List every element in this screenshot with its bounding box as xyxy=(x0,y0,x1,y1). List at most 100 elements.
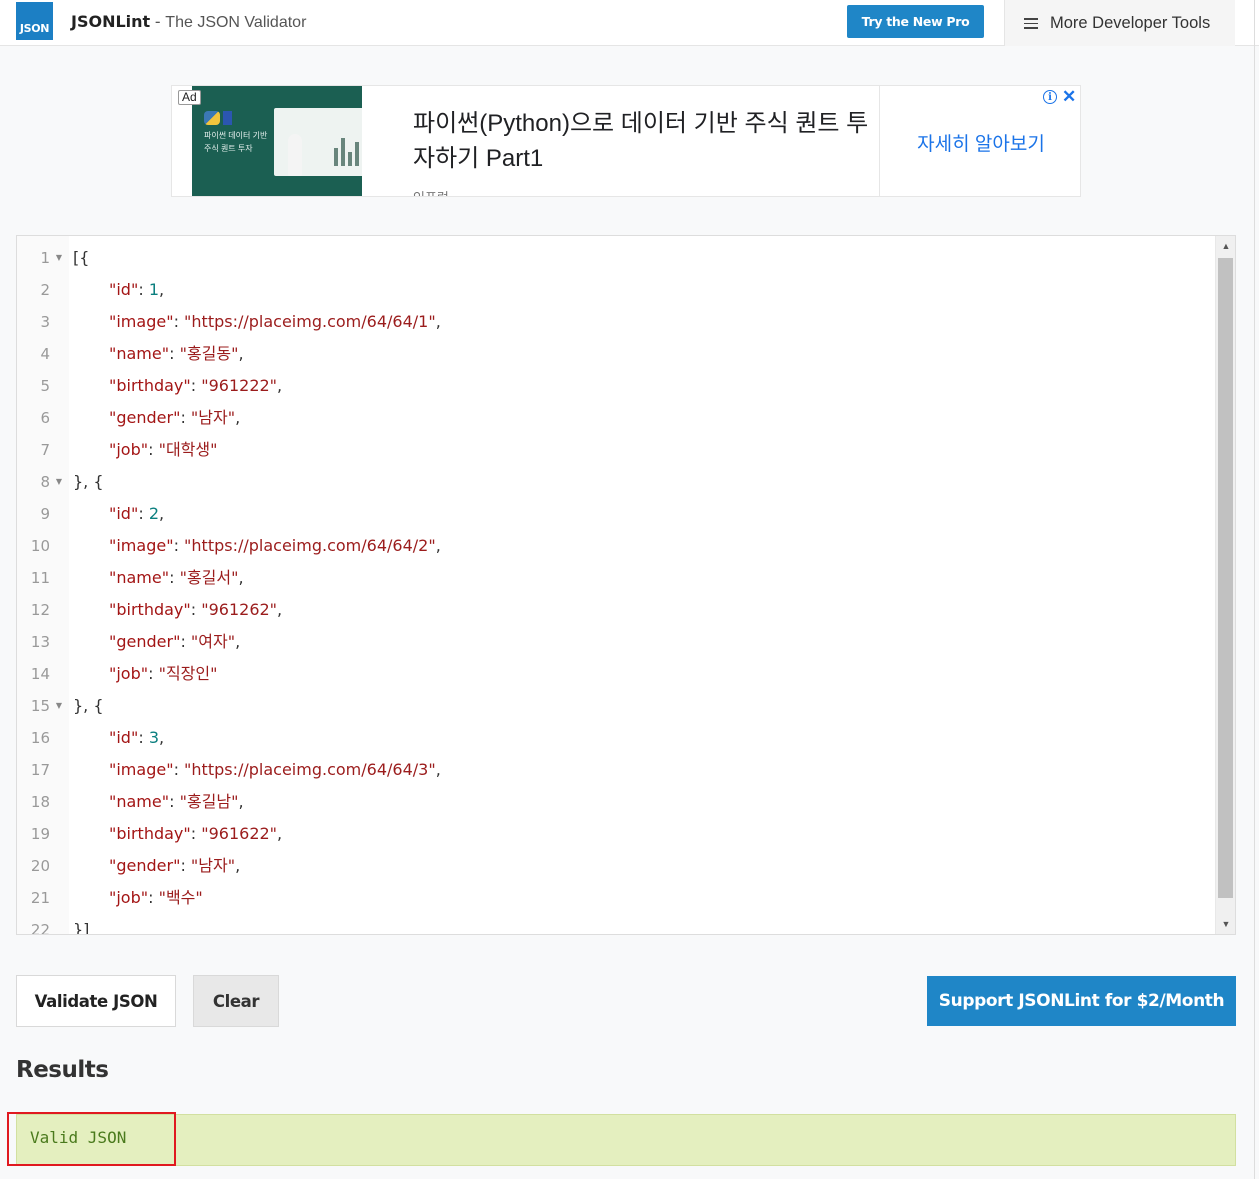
result-panel xyxy=(16,1114,1236,1166)
json-key: "gender" xyxy=(109,856,181,875)
results-heading: Results xyxy=(16,1057,109,1083)
page-scrollbar-edge xyxy=(1254,0,1255,1179)
line-number-text: 22 xyxy=(30,921,50,935)
code-line[interactable]: "image": "https://placeimg.com/64/64/2", xyxy=(109,530,441,562)
json-key: "image" xyxy=(109,536,174,555)
ad-headline[interactable]: 파이썬(Python)으로 데이터 기반 주식 퀀트 투자하기 Part1 xyxy=(413,106,873,176)
line-number: 18 xyxy=(17,786,69,818)
json-key: "image" xyxy=(109,312,174,331)
json-key: "gender" xyxy=(109,632,181,651)
json-key: "job" xyxy=(109,440,149,459)
code-line[interactable]: "job": "직장인" xyxy=(109,658,217,690)
code-line[interactable]: "id": 2, xyxy=(109,498,164,530)
json-value: "https://placeimg.com/64/64/2" xyxy=(184,536,436,555)
json-key: "id" xyxy=(109,280,139,299)
line-number: 12 xyxy=(17,594,69,626)
line-number: 21 xyxy=(17,882,69,914)
code-line[interactable]: "id": 3, xyxy=(109,722,164,754)
code-area[interactable]: [{"id": 1, "image": "https://placeimg.com… xyxy=(73,236,1215,934)
line-number: 13 xyxy=(17,626,69,658)
code-line[interactable]: "birthday": "961622", xyxy=(109,818,282,850)
code-line[interactable]: }] xyxy=(73,914,89,934)
try-pro-button[interactable]: Try the New Pro xyxy=(847,5,984,38)
json-value: 1 xyxy=(148,280,159,299)
advertisement-banner[interactable]: Ad 파이썬 데이터 기반 주식 퀀트 투자 파이썬(Python)으로 데이터… xyxy=(171,85,1081,197)
line-number-text: 11 xyxy=(30,569,50,587)
json-key: "job" xyxy=(109,664,149,683)
json-key: "name" xyxy=(109,344,170,363)
code-line[interactable]: [{ xyxy=(73,242,89,274)
code-line[interactable]: "name": "홍길남", xyxy=(109,786,244,818)
scrollbar-thumb[interactable] xyxy=(1218,258,1233,898)
hamburger-icon xyxy=(1024,17,1038,29)
jsonlint-logo[interactable]: JSON xyxy=(16,2,53,40)
code-line[interactable]: "image": "https://placeimg.com/64/64/1", xyxy=(109,306,441,338)
chart-logo-icon xyxy=(223,111,232,125)
line-number-text: 17 xyxy=(30,761,50,779)
code-line[interactable]: "image": "https://placeimg.com/64/64/3", xyxy=(109,754,441,786)
line-number-text: 5 xyxy=(40,377,50,395)
validate-json-button[interactable]: Validate JSON xyxy=(16,975,176,1027)
ad-info-icon[interactable]: i xyxy=(1043,90,1057,104)
code-line[interactable]: "id": 1, xyxy=(109,274,164,306)
json-key: "id" xyxy=(109,728,139,747)
json-value: "남자" xyxy=(190,856,236,875)
line-number: 22 xyxy=(17,914,69,935)
code-line[interactable]: "job": "대학생" xyxy=(109,434,217,466)
line-number-text: 13 xyxy=(30,633,50,651)
brand-name: JSONLint xyxy=(71,12,151,31)
code-line[interactable]: "gender": "여자", xyxy=(109,626,240,658)
fold-arrow-icon[interactable]: ▼ xyxy=(56,242,62,274)
logo-text: JSON xyxy=(19,22,50,35)
ad-badge: Ad xyxy=(178,90,201,105)
line-number-text: 1 xyxy=(40,249,50,267)
code-line[interactable]: "name": "홍길서", xyxy=(109,562,244,594)
ad-close-icon[interactable]: ✕ xyxy=(1062,87,1076,107)
brand-tagline: The JSON Validator xyxy=(165,14,307,31)
line-number-text: 16 xyxy=(30,729,50,747)
line-number: 17 xyxy=(17,754,69,786)
code-line[interactable]: "birthday": "961262", xyxy=(109,594,282,626)
support-jsonlint-button[interactable]: Support JSONLint for $2/Month xyxy=(927,976,1236,1026)
fold-arrow-icon[interactable]: ▼ xyxy=(56,466,62,498)
fold-arrow-icon[interactable]: ▼ xyxy=(56,690,62,722)
line-number: 10 xyxy=(17,530,69,562)
code-line[interactable]: "gender": "남자", xyxy=(109,402,240,434)
line-number: 20 xyxy=(17,850,69,882)
json-value: "홍길남" xyxy=(179,792,239,811)
line-number: 9 xyxy=(17,498,69,530)
line-number: 4 xyxy=(17,338,69,370)
ad-image[interactable]: 파이썬 데이터 기반 주식 퀀트 투자 xyxy=(192,86,362,196)
code-line[interactable]: "name": "홍길동", xyxy=(109,338,244,370)
line-number-text: 18 xyxy=(30,793,50,811)
line-number-text: 7 xyxy=(40,441,50,459)
clear-button[interactable]: Clear xyxy=(193,975,279,1027)
code-line[interactable]: "job": "백수" xyxy=(109,882,203,914)
line-number-text: 15 xyxy=(30,697,50,715)
json-key: "job" xyxy=(109,888,149,907)
json-editor[interactable]: 1 ▼ 2 3 4 5 6 7 8 ▼ 9 10 11 12 13 14 15 ▼ 16 17 18 19 20 21 22 [… xyxy=(16,235,1236,935)
code-line[interactable]: "birthday": "961222", xyxy=(109,370,282,402)
code-line[interactable]: "gender": "남자", xyxy=(109,850,240,882)
ad-source: 인프런 xyxy=(413,187,449,196)
line-number-text: 20 xyxy=(30,857,50,875)
annotation-highlight-box xyxy=(7,1112,176,1166)
line-number: 2 xyxy=(17,274,69,306)
line-number-text: 10 xyxy=(30,537,50,555)
more-developer-tools-menu[interactable]: More Developer Tools xyxy=(1004,0,1235,46)
line-number-text: 6 xyxy=(40,409,50,427)
line-number-text: 4 xyxy=(40,345,50,363)
line-number-text: 2 xyxy=(40,281,50,299)
json-value: "남자" xyxy=(190,408,236,427)
line-number-text: 3 xyxy=(40,313,50,331)
editor-scrollbar[interactable]: ▲ ▼ xyxy=(1215,236,1235,934)
code-line[interactable]: }, { xyxy=(73,690,104,722)
code-line[interactable]: }, { xyxy=(73,466,104,498)
json-value: "여자" xyxy=(190,632,236,651)
json-value: "961622" xyxy=(201,824,278,843)
line-number-gutter: 1 ▼ 2 3 4 5 6 7 8 ▼ 9 10 11 12 13 14 15 ▼ 16 17 18 19 20 21 22 xyxy=(17,236,69,934)
scroll-down-arrow-icon[interactable]: ▼ xyxy=(1216,914,1235,934)
scroll-up-arrow-icon[interactable]: ▲ xyxy=(1216,236,1235,256)
json-value: "직장인" xyxy=(158,664,218,683)
site-brand[interactable]: JSONLint - The JSON Validator xyxy=(71,12,306,32)
